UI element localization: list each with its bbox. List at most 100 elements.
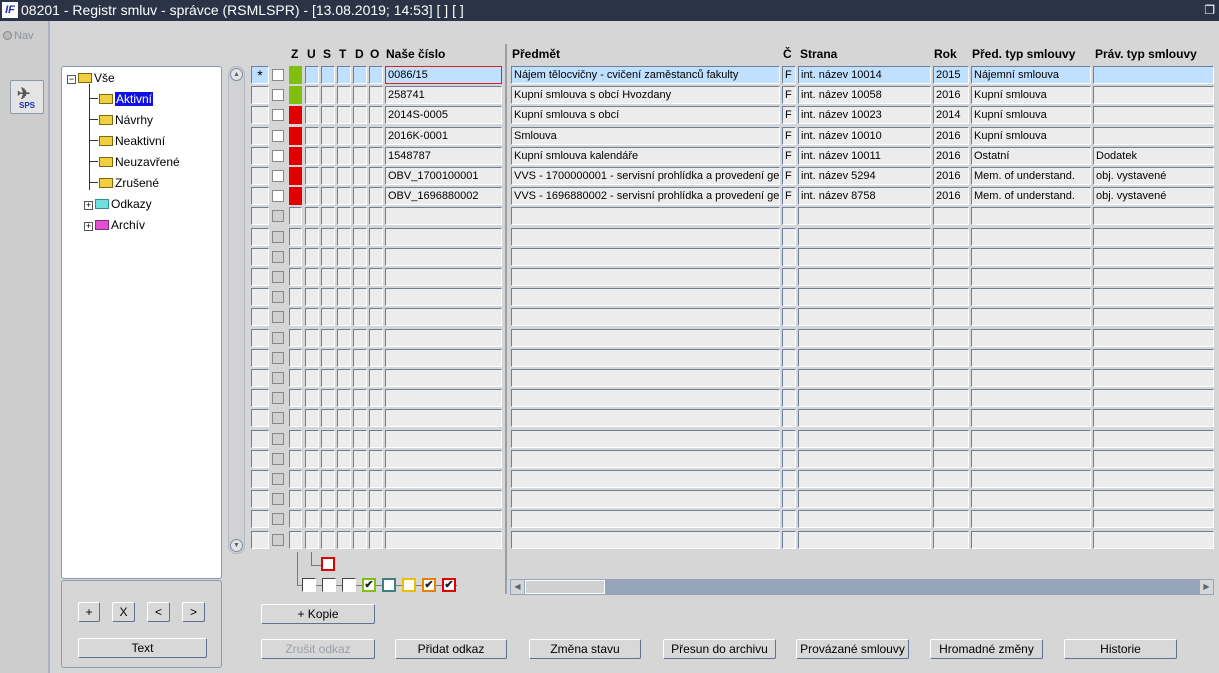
- flag-cell[interactable]: [305, 268, 319, 286]
- row-checkbox[interactable]: [272, 170, 284, 182]
- flag-cell[interactable]: [305, 369, 319, 387]
- add-copy-button[interactable]: + Kopie: [261, 604, 375, 624]
- change-state-button[interactable]: Změna stavu: [529, 639, 641, 659]
- row-marker[interactable]: [251, 207, 269, 226]
- row-checkbox[interactable]: [272, 513, 284, 526]
- row-marker[interactable]: [251, 106, 269, 125]
- cell-c[interactable]: [782, 207, 796, 226]
- row-checkbox[interactable]: [272, 452, 284, 465]
- flag-cell[interactable]: [337, 167, 351, 185]
- flag-cell[interactable]: [353, 207, 367, 226]
- flag-cell[interactable]: [305, 126, 319, 145]
- cell-rok[interactable]: [933, 510, 969, 529]
- cell-prav_typ[interactable]: [1093, 106, 1214, 125]
- cell-prav_typ[interactable]: [1093, 490, 1214, 509]
- add-button[interactable]: +: [78, 602, 100, 622]
- flag-cell[interactable]: [369, 429, 383, 448]
- flag-cell[interactable]: [321, 510, 335, 529]
- cell-rok[interactable]: [933, 268, 969, 286]
- cell-cislo[interactable]: [385, 389, 502, 408]
- cell-cislo[interactable]: [385, 369, 502, 387]
- tree-item-archív[interactable]: + Archív: [84, 217, 145, 233]
- cell-c[interactable]: [782, 449, 796, 468]
- cell-pred_typ[interactable]: Ostatní: [971, 146, 1091, 165]
- flag-cell[interactable]: [305, 389, 319, 408]
- cell-cislo[interactable]: 258741: [385, 86, 502, 105]
- nav-radio[interactable]: Nav: [3, 30, 34, 42]
- flag-cell[interactable]: [369, 247, 383, 266]
- flag-cell[interactable]: [353, 66, 367, 84]
- cell-rok[interactable]: [933, 409, 969, 428]
- flag-cell[interactable]: [353, 86, 367, 105]
- cell-predmet[interactable]: [511, 409, 780, 428]
- flag-cell[interactable]: [305, 328, 319, 347]
- scroll-right-icon[interactable]: ▶: [1200, 580, 1213, 594]
- cell-pred_typ[interactable]: [971, 470, 1091, 488]
- cell-pred_typ[interactable]: [971, 207, 1091, 226]
- flag-cell[interactable]: [305, 348, 319, 367]
- cell-pred_typ[interactable]: Kupní smlouva: [971, 106, 1091, 125]
- cell-c[interactable]: [782, 288, 796, 307]
- cell-c[interactable]: [782, 308, 796, 327]
- cell-strana[interactable]: int. název 5294: [798, 167, 931, 185]
- cell-pred_typ[interactable]: Kupní smlouva: [971, 126, 1091, 145]
- row-marker[interactable]: [251, 510, 269, 529]
- cell-prav_typ[interactable]: [1093, 369, 1214, 387]
- tree-item-neaktivní[interactable]: Neaktivní: [89, 133, 165, 149]
- row-checkbox[interactable]: [272, 109, 284, 122]
- remove-button[interactable]: X: [112, 602, 135, 622]
- sps-button[interactable]: ✈ SPS: [10, 80, 44, 114]
- cell-cislo[interactable]: [385, 268, 502, 286]
- column-header-d[interactable]: D: [355, 47, 364, 61]
- legend-checkbox[interactable]: ✔: [442, 578, 456, 592]
- cell-rok[interactable]: [933, 470, 969, 488]
- flag-cell[interactable]: [353, 268, 367, 286]
- row-marker[interactable]: [251, 146, 269, 165]
- row-marker[interactable]: [251, 470, 269, 488]
- cell-strana[interactable]: [798, 429, 931, 448]
- flag-cell[interactable]: [369, 106, 383, 125]
- legend-checkbox[interactable]: ✔: [422, 578, 436, 592]
- cell-c[interactable]: F: [782, 146, 796, 165]
- cell-rok[interactable]: [933, 429, 969, 448]
- row-checkbox[interactable]: [272, 493, 284, 506]
- cell-prav_typ[interactable]: [1093, 389, 1214, 408]
- flag-cell[interactable]: [321, 288, 335, 307]
- flag-cell[interactable]: [305, 429, 319, 448]
- flag-cell[interactable]: [353, 227, 367, 246]
- row-marker[interactable]: [251, 308, 269, 327]
- cell-cislo[interactable]: 1548787: [385, 146, 502, 165]
- flag-cell[interactable]: [321, 106, 335, 125]
- cell-prav_typ[interactable]: [1093, 429, 1214, 448]
- flag-cell[interactable]: [353, 146, 367, 165]
- column-header-c[interactable]: Č: [783, 47, 792, 61]
- flag-cell[interactable]: [353, 106, 367, 125]
- flag-cell[interactable]: [305, 66, 319, 84]
- flag-cell[interactable]: [337, 348, 351, 367]
- flag-cell[interactable]: [369, 227, 383, 246]
- row-checkbox[interactable]: [272, 533, 284, 546]
- cell-prav_typ[interactable]: obj. vystavené: [1093, 187, 1214, 206]
- flag-cell[interactable]: [353, 328, 367, 347]
- flag-cell[interactable]: [337, 429, 351, 448]
- cell-predmet[interactable]: [511, 369, 780, 387]
- row-marker[interactable]: [251, 328, 269, 347]
- cell-cislo[interactable]: [385, 409, 502, 428]
- row-checkbox[interactable]: [272, 351, 284, 364]
- flag-cell[interactable]: [321, 167, 335, 185]
- prev-button[interactable]: <: [147, 602, 170, 622]
- cell-cislo[interactable]: [385, 227, 502, 246]
- flag-cell[interactable]: [353, 389, 367, 408]
- cell-rok[interactable]: [933, 449, 969, 468]
- row-marker[interactable]: [251, 126, 269, 145]
- bulk-changes-button[interactable]: Hromadné změny: [930, 639, 1043, 659]
- cell-c[interactable]: [782, 348, 796, 367]
- flag-cell[interactable]: [305, 247, 319, 266]
- cell-c[interactable]: F: [782, 66, 796, 84]
- flag-cell[interactable]: [353, 510, 367, 529]
- flag-cell[interactable]: [305, 167, 319, 185]
- flag-cell[interactable]: [369, 470, 383, 488]
- row-checkbox[interactable]: [272, 331, 284, 344]
- text-button[interactable]: Text: [78, 638, 207, 658]
- cell-pred_typ[interactable]: [971, 227, 1091, 246]
